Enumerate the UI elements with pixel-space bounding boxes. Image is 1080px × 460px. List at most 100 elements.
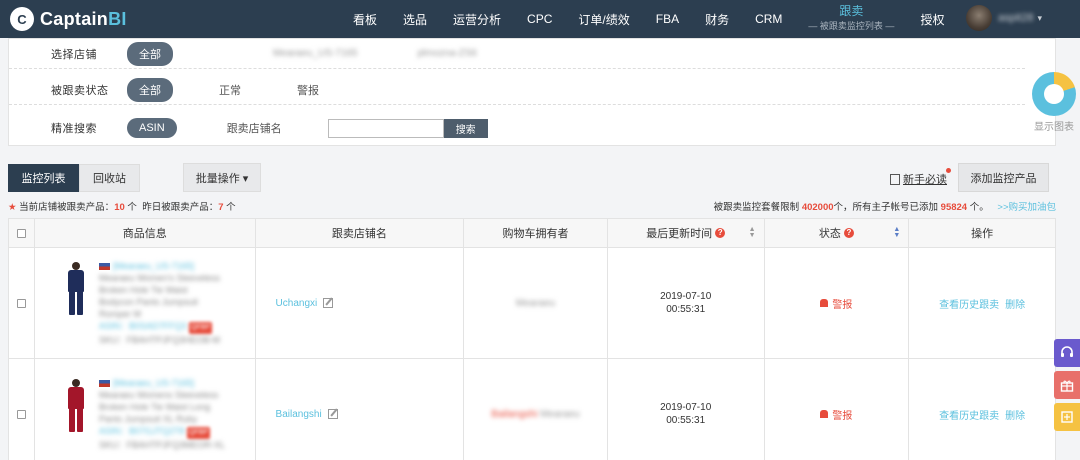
beginner-guide-link[interactable]: 新手必读	[890, 168, 951, 187]
product-title-line: Broken Hole Tie Waist Long	[98, 402, 211, 412]
show-chart-widget[interactable]: 显示图表	[1030, 72, 1078, 133]
seller-name-link[interactable]: Bailangshi	[256, 409, 464, 420]
logo[interactable]: C CaptainBI	[10, 7, 340, 31]
quota-unit: 个。	[969, 202, 989, 213]
product-shop[interactable]: [Mearaeu_US-7165]	[113, 378, 194, 388]
chevron-down-icon: ▾	[1037, 12, 1042, 23]
help-icon[interactable]: ?	[715, 228, 726, 238]
product-asin[interactable]: ASIN：B0SAD7FFQ3	[99, 321, 187, 331]
seller-cell: Uchangxi	[256, 248, 465, 358]
status-cell: 警报	[765, 248, 910, 358]
row-actions: 查看历史跟卖 删除	[936, 296, 1028, 311]
product-image[interactable]	[63, 379, 89, 435]
product-title-line: Broken Hole Tie Waist	[98, 285, 188, 295]
edit-icon[interactable]	[327, 409, 338, 419]
status-alarm-option[interactable]: 警报	[297, 82, 319, 98]
product-image[interactable]	[63, 262, 89, 318]
batch-operation-dropdown[interactable]: 批量操作 ▾	[183, 163, 261, 192]
nav-item-operations-analysis[interactable]: 运营分析	[440, 11, 514, 28]
asin-type-pill[interactable]: ASIN	[127, 118, 177, 138]
status-badge: 警报	[820, 407, 852, 422]
buybox-owner: Bailangshi Mearaeu	[491, 408, 580, 420]
product-title-line: Romper M	[98, 309, 141, 319]
header-buybox-owner: 购物车拥有者	[464, 219, 608, 247]
view-history-link[interactable]: 查看历史跟卖	[939, 411, 999, 422]
seller-cell: Bailangshi	[256, 359, 465, 460]
show-chart-label: 显示图表	[1034, 122, 1074, 133]
current-hijack-label: 当前店铺被跟卖产品：	[19, 202, 115, 213]
last-update-time: 2019-07-10 00:55:31	[660, 402, 712, 426]
nav-item-orders[interactable]: 订单/绩效	[565, 11, 642, 28]
last-update-time: 2019-07-10 00:55:31	[660, 291, 712, 315]
status-all-pill[interactable]: 全部	[127, 77, 173, 102]
product-tag: QFBP	[189, 322, 213, 334]
select-all-cell	[9, 219, 35, 247]
nav-item-finance[interactable]: 财务	[692, 11, 742, 28]
help-icon[interactable]: ?	[843, 228, 854, 238]
nav-item-crm[interactable]: CRM	[742, 12, 795, 26]
delete-link[interactable]: 删除	[1005, 300, 1025, 311]
nav-item-authorize[interactable]: 授权	[907, 11, 957, 28]
quota-summary: 被跟卖监控套餐限制 402000个，所有主子帐号已添加 95824 个。 >>购…	[714, 199, 1056, 213]
shop-icon[interactable]	[1054, 403, 1080, 431]
yesterday-hijack-unit: 个	[226, 202, 236, 213]
top-nav: C CaptainBI 看板 选品 运营分析 CPC 订单/绩效 FBA 财务 …	[0, 0, 1080, 38]
add-monitor-product-button[interactable]: 添加监控产品	[958, 163, 1049, 192]
table-header: 商品信息 跟卖店铺名 购物车拥有者 最后更新时间? ▲ ▼ 状态? ▲ ▼ 操作	[9, 219, 1055, 248]
seller-name-link[interactable]: Uchangxi	[256, 298, 464, 309]
seller-name-option[interactable]: 跟卖店铺名	[227, 120, 282, 136]
user-menu[interactable]: aspit28 ▾	[965, 5, 1042, 31]
row-select-cell	[9, 359, 35, 460]
product-title-line: Mearaeu Women's Sleeveless	[98, 273, 221, 283]
row-select-cell	[9, 248, 35, 358]
product-asin[interactable]: ASIN：B07GJTQ2T8	[99, 426, 185, 436]
last-update-cell: 2019-07-10 00:55:31	[608, 359, 765, 460]
tab-monitor-list[interactable]: 监控列表	[8, 164, 79, 192]
status-normal-option[interactable]: 正常	[219, 82, 241, 98]
search-input[interactable]	[327, 118, 444, 138]
quota-limit-value: 402000	[801, 202, 834, 213]
buy-addon-link[interactable]: >>购买加油包	[997, 202, 1056, 213]
sort-icon[interactable]: ▲ ▼	[893, 226, 900, 239]
seller-name: Bailangshi	[275, 408, 322, 420]
yesterday-hijack-label: 昨日被跟卖产品：	[142, 202, 219, 213]
product-info: [Mearaeu_US-7165] Mearaeu Women's Sleeve…	[35, 260, 255, 346]
row-checkbox[interactable]	[16, 409, 26, 419]
captain-logo-icon: C	[10, 7, 34, 31]
product-sku: SKU：FBAHTPJFQ3MEOR-XL	[98, 440, 225, 450]
shop-option-1[interactable]: Mearaeu_US-7165	[273, 48, 358, 59]
nav-item-product-selection[interactable]: 选品	[390, 11, 440, 28]
select-all-checkbox[interactable]	[16, 228, 26, 238]
alarm-icon	[820, 410, 829, 418]
row-checkbox[interactable]	[16, 298, 26, 308]
product-shop[interactable]: [Mearaeu_US-7165]	[113, 261, 194, 271]
nav-item-hijack-active[interactable]: 跟卖 — 被跟卖监控列表 —	[795, 5, 907, 33]
tab-recycle-bin[interactable]: 回收站	[79, 164, 140, 192]
nav-item-fba[interactable]: FBA	[643, 12, 692, 26]
logo-text: CaptainBI	[40, 8, 127, 29]
status-filter-row: 被跟卖状态 全部 正常 警报	[9, 75, 1025, 105]
header-status-label: 状态	[818, 228, 841, 240]
view-history-link[interactable]: 查看历史跟卖	[939, 300, 999, 311]
nav-active-sublabel: — 被跟卖监控列表 —	[808, 21, 895, 31]
nav-item-cpc[interactable]: CPC	[514, 12, 565, 26]
gift-icon[interactable]	[1054, 371, 1080, 399]
username: aspit28	[997, 12, 1034, 24]
quota-added-value: 95824	[940, 202, 968, 213]
product-title-line: Mearaeu Womens Sleeveless	[98, 390, 219, 400]
search-button[interactable]: 搜索	[443, 118, 488, 138]
hijack-summary: ★ 当前店铺被跟卖产品：10 个 昨日被跟卖产品：7 个	[8, 199, 236, 213]
search-filter-row: 精准搜索 ASIN 跟卖店铺名 搜索	[9, 113, 1025, 143]
sort-icon[interactable]: ▲ ▼	[749, 226, 756, 239]
delete-link[interactable]: 删除	[1005, 411, 1025, 422]
headset-support-icon[interactable]	[1054, 339, 1080, 367]
header-status[interactable]: 状态? ▲ ▼	[765, 219, 910, 247]
nav-item-dashboard[interactable]: 看板	[340, 11, 390, 28]
shop-option-2[interactable]: plmozna-ZS6	[418, 48, 477, 59]
edit-icon[interactable]	[323, 298, 334, 308]
header-last-update[interactable]: 最后更新时间? ▲ ▼	[608, 219, 765, 247]
star-icon: ★	[8, 202, 17, 213]
shop-all-pill[interactable]: 全部	[127, 41, 173, 66]
product-info-cell: [Mearaeu_US-7165] Mearaeu Women's Sleeve…	[35, 248, 256, 358]
status-cell: 警报	[765, 359, 910, 460]
